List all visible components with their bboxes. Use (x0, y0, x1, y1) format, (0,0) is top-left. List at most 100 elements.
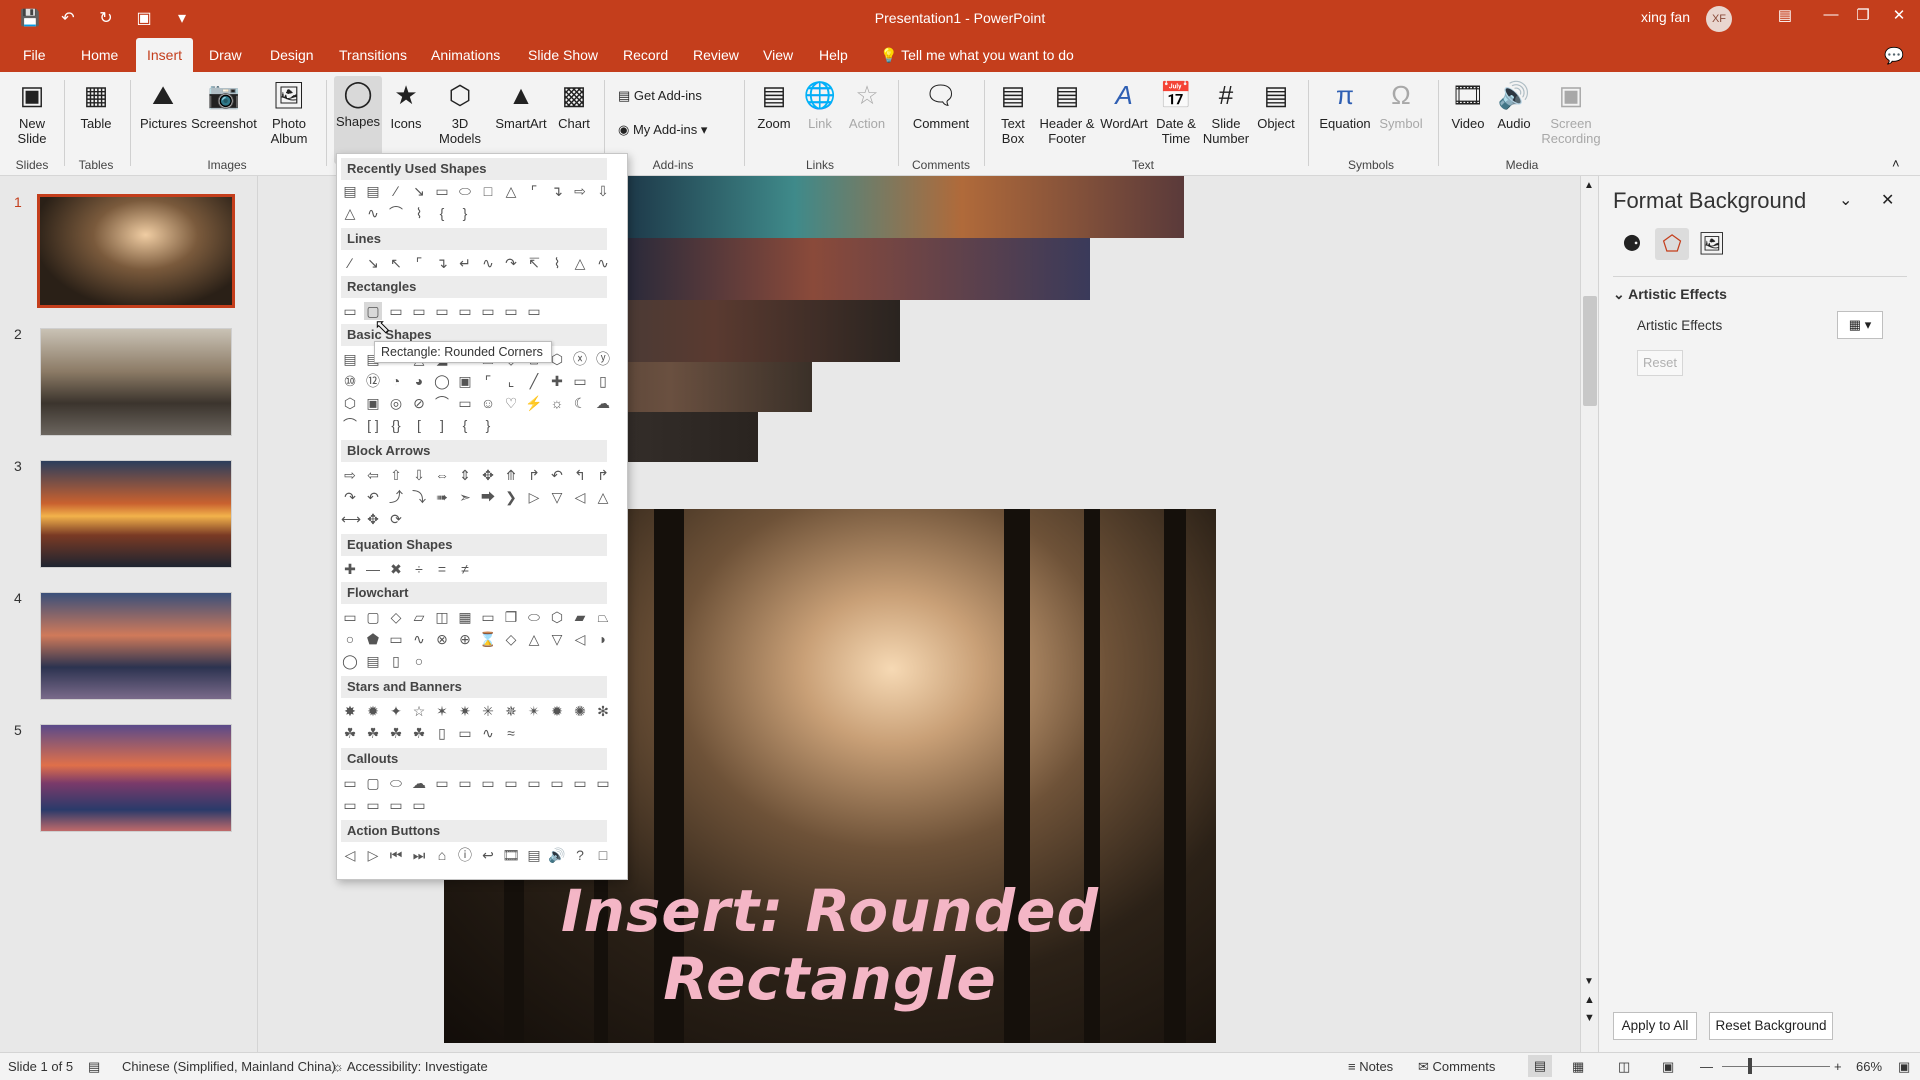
flowchart-merge-icon[interactable]: ▽ (548, 630, 566, 648)
text-box-shape-icon[interactable]: ▤ (341, 350, 359, 368)
curved-arrow-icon[interactable]: ↷ (502, 254, 520, 272)
snip-round-rectangle-icon[interactable]: ▭ (456, 302, 474, 320)
minus-shape-icon[interactable]: — (364, 560, 382, 578)
left-bracket-icon[interactable]: [ (410, 416, 428, 434)
curve-shape-icon[interactable]: ⌇ (410, 204, 428, 222)
header-footer-button[interactable]: ▤ Header & Footer (1038, 78, 1096, 146)
star-16-icon[interactable]: ✹ (548, 702, 566, 720)
up-down-arrow-icon[interactable]: ⇕ (456, 466, 474, 484)
collapse-ribbon-icon[interactable]: ˄ (1892, 156, 1900, 171)
smartart-button[interactable]: ▲ SmartArt (494, 78, 548, 131)
line-callout-accent-3-icon[interactable]: ▭ (548, 774, 566, 792)
artistic-effects-dropdown[interactable]: ▦ ▾ (1837, 311, 1883, 339)
oval-callout-icon[interactable]: ⬭ (387, 774, 405, 792)
reading-view-icon[interactable]: ◫ (1618, 1059, 1630, 1075)
dodecagon-icon[interactable]: ⑫ (364, 372, 382, 390)
scribble-shape-icon[interactable]: ∿ (364, 204, 382, 222)
flowchart-sequential-access-icon[interactable]: ◯ (341, 652, 359, 670)
ribbon-tilted-down-icon[interactable]: ☘ (364, 724, 382, 742)
rounded-callout-icon[interactable]: ▢ (364, 774, 382, 792)
right-arrow-shape-icon[interactable]: ⇨ (341, 466, 359, 484)
slide-thumbnail-4[interactable] (40, 592, 232, 700)
flowchart-sort-icon[interactable]: ◇ (502, 630, 520, 648)
action-end-icon[interactable]: ⏭ (410, 846, 428, 864)
scroll-down-icon[interactable]: ▼ (1584, 976, 1594, 987)
star-12-icon[interactable]: ✴ (525, 702, 543, 720)
down-arrow-shape-icon[interactable]: ⇩ (410, 466, 428, 484)
wave-icon[interactable]: ∿ (479, 724, 497, 742)
text-box-button[interactable]: ▤ Text Box (990, 78, 1036, 146)
action-document-icon[interactable]: ▤ (525, 846, 543, 864)
flowchart-delay-icon[interactable]: ◗ (594, 630, 612, 648)
cube-shape-icon[interactable]: ⬡ (341, 394, 359, 412)
text-box-shape-icon[interactable]: ▤ (341, 182, 359, 200)
left-brace-shape-icon[interactable]: { (433, 204, 451, 222)
smiley-face-icon[interactable]: ☺ (479, 394, 497, 412)
right-bracket-icon[interactable]: ] (433, 416, 451, 434)
bevel-icon[interactable]: ▣ (364, 394, 382, 412)
tab-review[interactable]: Review (682, 38, 750, 72)
teardrop-icon[interactable]: ◯ (433, 372, 451, 390)
quad-arrow-icon[interactable]: ✥ (479, 466, 497, 484)
slide-thumbnail-2[interactable] (40, 328, 232, 436)
close-icon[interactable]: ✕ (1884, 6, 1914, 24)
double-bracket-icon[interactable]: [ ] (364, 416, 382, 434)
zoom-level[interactable]: 66% (1856, 1059, 1882, 1074)
notes-button[interactable]: ≡ Notes (1348, 1059, 1393, 1074)
tab-draw[interactable]: Draw (198, 38, 253, 72)
my-addins-button[interactable]: ◉ My Add-ins ▾ (618, 122, 707, 138)
tab-insert[interactable]: Insert (136, 38, 194, 72)
curved-up-arrow-icon[interactable]: ⤴ (387, 488, 405, 506)
flowchart-process-icon[interactable]: ▭ (341, 608, 359, 626)
ribbon-tilted-up-icon[interactable]: ☘ (341, 724, 359, 742)
rectangular-callout-icon[interactable]: ▭ (341, 774, 359, 792)
left-right-arrow-icon[interactable]: ⇔ (433, 466, 451, 484)
flowchart-connector-icon[interactable]: ○ (341, 630, 359, 648)
close-pane-icon[interactable]: ✕ (1881, 190, 1894, 210)
flowchart-card-icon[interactable]: ▭ (387, 630, 405, 648)
star-24-icon[interactable]: ✺ (571, 702, 589, 720)
up-arrow-callout-icon[interactable]: △ (594, 488, 612, 506)
slide-thumbnail-5[interactable] (40, 724, 232, 832)
vertical-scrollbar[interactable]: ▲ ▼ ▲ ▼ (1580, 176, 1598, 1052)
donut-icon[interactable]: ◎ (387, 394, 405, 412)
wordart-button[interactable]: A WordArt (1098, 78, 1150, 131)
action-help-icon[interactable]: ? (571, 846, 589, 864)
tell-me-search[interactable]: 💡 Tell me what you want to do (880, 38, 1074, 72)
action-forward-icon[interactable]: ▷ (364, 846, 382, 864)
lightning-bolt-icon[interactable]: ⚡ (525, 394, 543, 412)
right-arrow-shape-icon[interactable]: ⇨ (571, 182, 589, 200)
double-brace-icon[interactable]: {} (387, 416, 405, 434)
scribble-shape-icon[interactable]: ∿ (594, 254, 612, 272)
bent-arrow-icon[interactable]: ↱ (525, 466, 543, 484)
star-7-icon[interactable]: ✷ (456, 702, 474, 720)
line-callout-border-2-icon[interactable]: ▭ (594, 774, 612, 792)
link-button[interactable]: 🌐 Link (800, 78, 840, 131)
diagonal-stripe-icon[interactable]: ╱ (525, 372, 543, 390)
left-right-up-arrow-icon[interactable]: ⤊ (502, 466, 520, 484)
arc-shape-icon[interactable]: ⌒ (387, 204, 405, 222)
action-beginning-icon[interactable]: ⏮ (387, 846, 405, 864)
flowchart-display-icon[interactable]: ○ (410, 652, 428, 670)
block-arc-icon[interactable]: ⌒ (433, 394, 451, 412)
previous-slide-icon[interactable]: ▲ (1584, 994, 1595, 1006)
chevron-shape-icon[interactable]: ❯ (502, 488, 520, 506)
not-equal-shape-icon[interactable]: ≠ (456, 560, 474, 578)
chord-icon[interactable]: ◕ (410, 372, 428, 390)
flowchart-data-icon[interactable]: ▱ (410, 608, 428, 626)
curved-down-arrow-icon[interactable]: ⤵ (410, 488, 428, 506)
up-arrow-shape-icon[interactable]: ⇧ (387, 466, 405, 484)
screenshot-button[interactable]: 📷 Screenshot (190, 78, 258, 131)
flowchart-magnetic-disk-icon[interactable]: ▤ (364, 652, 382, 670)
scroll-up-icon[interactable]: ▲ (1584, 180, 1594, 191)
icons-button[interactable]: ★ Icons (386, 78, 426, 131)
down-arrow-callout-icon[interactable]: ▽ (548, 488, 566, 506)
snip-same-side-rectangle-icon[interactable]: ▭ (410, 302, 428, 320)
tab-help[interactable]: Help (808, 38, 859, 72)
right-brace-shape-icon[interactable]: } (479, 416, 497, 434)
ribbon-display-icon[interactable]: ▤ (1770, 6, 1800, 24)
table-button[interactable]: ▦ Table (76, 78, 116, 131)
zoom-in-icon[interactable]: + (1834, 1059, 1842, 1074)
avatar[interactable]: XF (1706, 6, 1732, 32)
flowchart-direct-access-icon[interactable]: ▯ (387, 652, 405, 670)
